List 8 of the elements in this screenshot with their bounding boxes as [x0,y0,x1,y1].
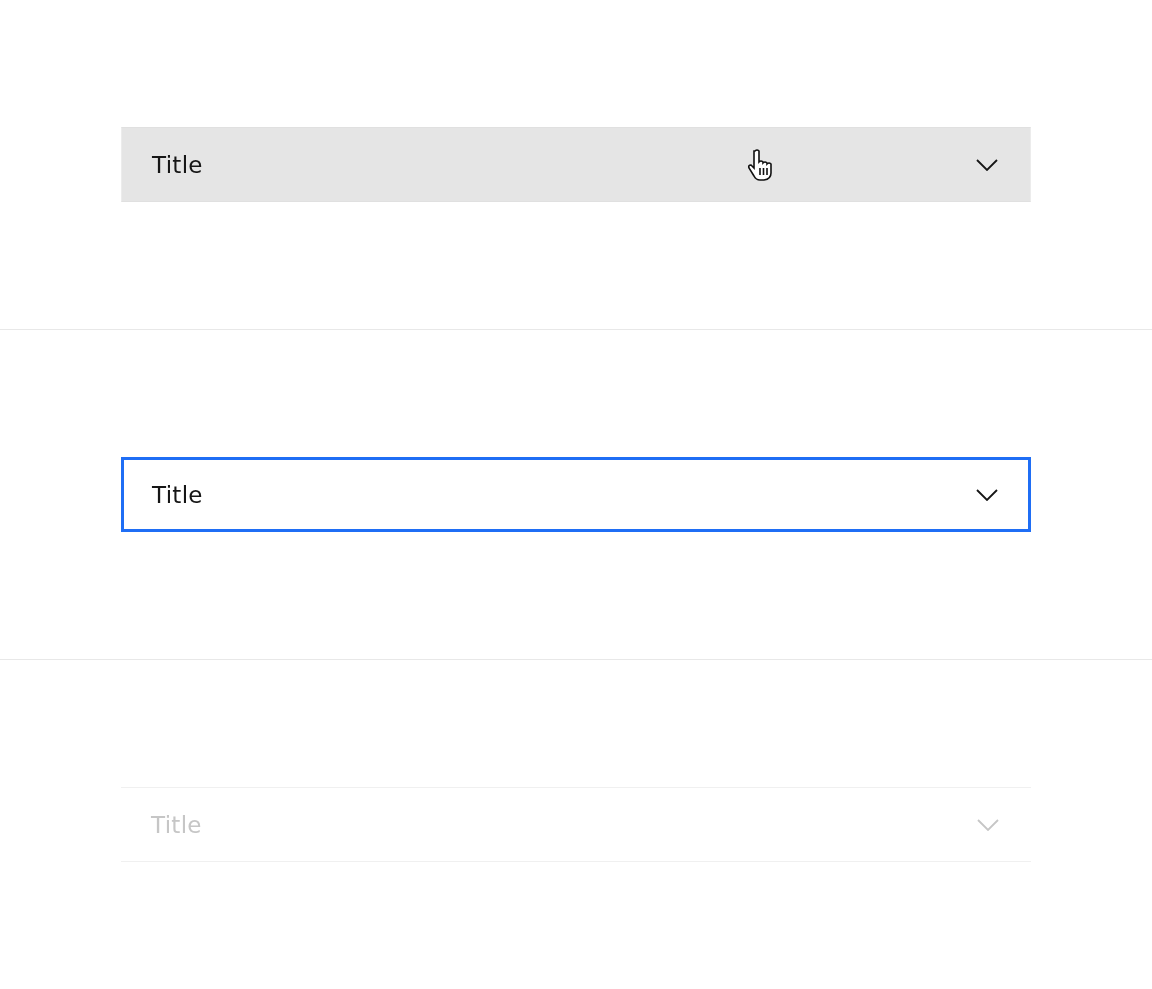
accordion-title: Title [151,811,202,838]
chevron-down-icon [976,158,998,171]
chevron-down-icon [977,818,999,831]
accordion-header[interactable]: Title [121,457,1031,532]
accordion-header[interactable]: Title [121,127,1031,202]
accordion-title: Title [152,151,203,178]
accordion-title: Title [152,481,203,508]
chevron-down-icon [976,488,998,501]
